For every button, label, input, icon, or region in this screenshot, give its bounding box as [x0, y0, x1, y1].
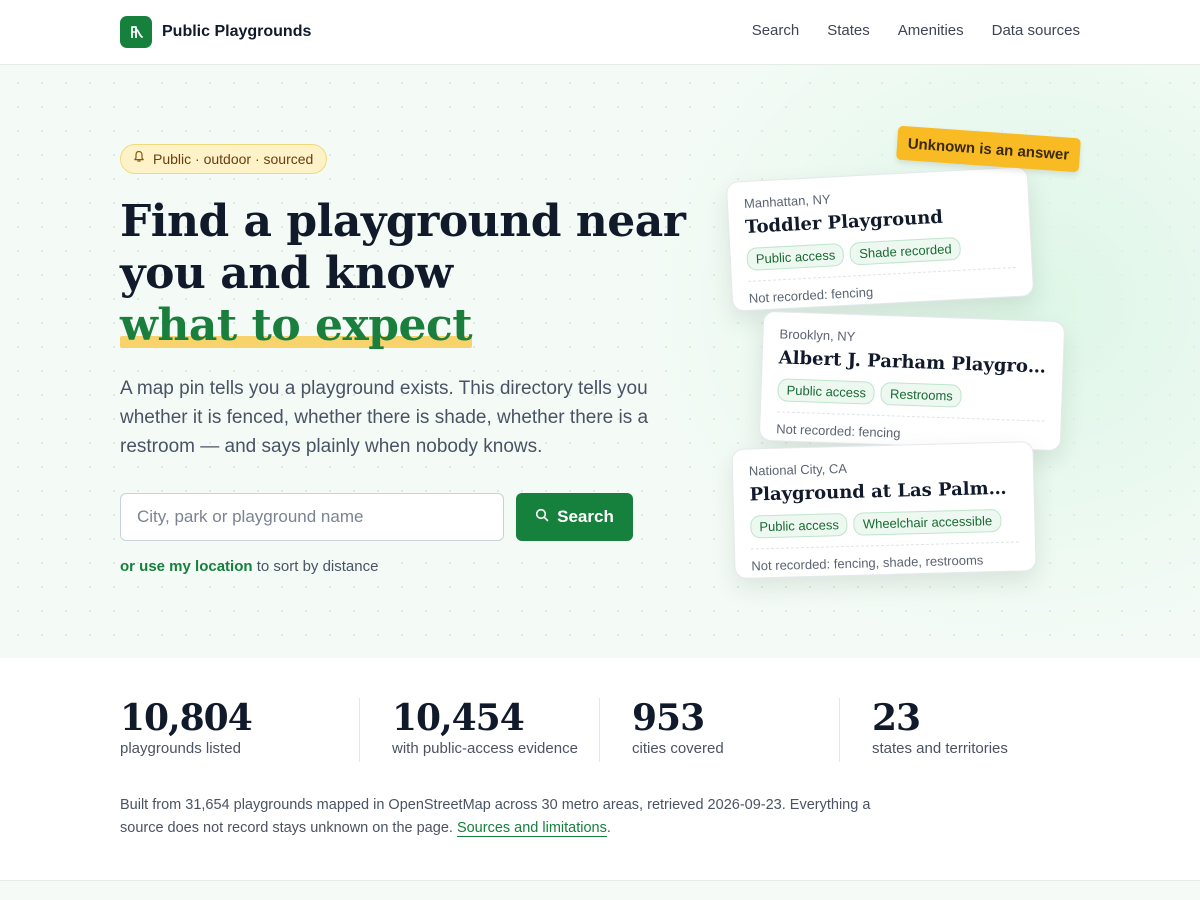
card-divider [750, 541, 1019, 550]
nav-link-amenities[interactable]: Amenities [898, 22, 964, 39]
search-input[interactable] [120, 493, 504, 541]
stat-label: states and territories [872, 740, 1008, 757]
location-hint: or use my location to sort by distance [120, 558, 378, 575]
hero-headline: Find a playground near you and know what… [120, 196, 686, 352]
stat-divider [839, 698, 840, 762]
headline-accent: what to expect [120, 300, 473, 352]
card-not-recorded-note: Not recorded: fencing, shade, restrooms [751, 552, 984, 574]
card-playground-name: Playground at Las Palmas Pa... [749, 477, 1017, 506]
stat-label: playgrounds listed [120, 740, 241, 757]
playground-preview-card: National City, CA Playground at Las Palm… [731, 441, 1037, 579]
stat-public-access: 10,454 with public-access evidence [392, 698, 578, 762]
location-hint-suffix: to sort by distance [252, 558, 379, 575]
stat-states-territories: 23 states and territories [872, 698, 1008, 762]
amenity-badge: Public access [750, 512, 849, 539]
stat-label: with public-access evidence [392, 740, 578, 757]
playground-preview-card: Brooklyn, NY Albert J. Parham Playground… [758, 310, 1066, 452]
headline-line-1: Find a playground near [120, 196, 686, 247]
sources-limitations-link[interactable]: Sources and limitations [456, 820, 607, 837]
card-city: Brooklyn, NY [779, 326, 856, 344]
brand-home-link[interactable]: Public Playgrounds [120, 16, 311, 48]
card-playground-name: Albert J. Parham Playground [778, 347, 1047, 378]
headline-accent-text: what to expect [120, 300, 473, 351]
card-badges: Public access Restrooms [777, 378, 1046, 410]
headline-line-2: you and know [120, 248, 453, 299]
stat-value: 10,804 [120, 697, 253, 739]
stat-value: 10,454 [392, 697, 525, 739]
amenity-badge: Shade recorded [849, 236, 962, 266]
data-source-footnote: Built from 31,654 playgrounds mapped in … [120, 794, 900, 840]
amenity-badge: Restrooms [880, 381, 963, 408]
stat-playgrounds-listed: 10,804 playgrounds listed [120, 697, 253, 762]
nav-link-data-sources[interactable]: Data sources [992, 22, 1080, 39]
amenity-badge: Public access [746, 242, 845, 271]
nav-link-search[interactable]: Search [752, 22, 800, 39]
stat-value: 953 [632, 697, 705, 739]
use-my-location-link[interactable]: or use my location [120, 558, 253, 575]
hero-description: A map pin tells you a playground exists.… [120, 378, 649, 457]
search-button-label: Search [557, 507, 614, 526]
brand-name: Public Playgrounds [162, 23, 312, 40]
stat-cities-covered: 953 cities covered [632, 698, 724, 762]
card-divider [776, 411, 1045, 422]
top-navigation-bar: Public Playgrounds Search States Ameniti… [0, 0, 1200, 65]
stats-row: 10,804 playgrounds listed 10,454 with pu… [120, 698, 1080, 762]
playground-slide-icon [120, 16, 152, 48]
hero-eyebrow-pill: Public · outdoor · sourced [120, 144, 328, 174]
stat-divider [599, 698, 600, 762]
hero-eyebrow-text: Public · outdoor · sourced [153, 151, 314, 167]
card-badges: Public access Shade recorded [746, 234, 1015, 271]
nav-link-states[interactable]: States [827, 22, 870, 39]
next-section-edge [0, 880, 1200, 900]
amenity-badge: Wheelchair accessible [853, 508, 1002, 536]
stat-value: 23 [872, 697, 921, 739]
amenity-badge: Public access [777, 378, 876, 405]
bell-icon [133, 150, 145, 168]
playground-preview-card: Manhattan, NY Toddler Playground Public … [725, 166, 1035, 312]
search-icon [535, 507, 549, 527]
footnote-end: . [606, 820, 611, 836]
card-city: National City, CA [748, 460, 848, 479]
search-button[interactable]: Search [516, 493, 633, 541]
card-badges: Public access Wheelchair accessible [750, 508, 1019, 539]
unknown-answer-tag-text: Unknown is an answer [907, 134, 1070, 164]
stat-divider [359, 698, 360, 762]
main-nav: Search States Amenities Data sources [752, 22, 1080, 39]
stat-label: cities covered [632, 740, 724, 757]
